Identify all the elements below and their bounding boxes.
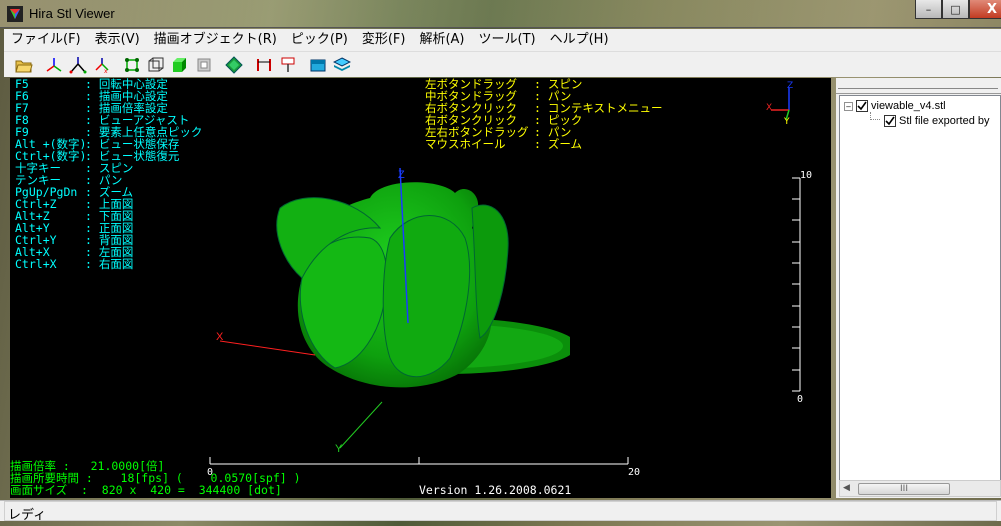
axis-red-icon[interactable]: x bbox=[90, 54, 113, 76]
ruler-h-right-label: 20 bbox=[628, 467, 640, 478]
tree-item-root[interactable]: – viewable_v4.stl bbox=[844, 100, 946, 112]
status-text: レディ bbox=[8, 508, 47, 523]
horizontal-scrollbar[interactable]: ◀ III bbox=[839, 480, 1001, 497]
menu-transform[interactable]: 変形(F) bbox=[355, 30, 413, 50]
axis-icon[interactable] bbox=[42, 54, 65, 76]
scene-axes: X Y Z 10 0 0 20 bbox=[207, 169, 812, 478]
title-bar[interactable]: Hira Stl Viewer – □ X bbox=[0, 0, 1001, 28]
menu-help[interactable]: ヘルプ(H) bbox=[543, 30, 616, 50]
toolbar: x bbox=[4, 51, 1001, 77]
child-checkbox[interactable] bbox=[884, 115, 896, 127]
menu-draw-object[interactable]: 描画オブジェクト(R) bbox=[147, 30, 284, 50]
diamond-icon[interactable] bbox=[222, 54, 245, 76]
collapse-icon[interactable]: – bbox=[844, 101, 853, 111]
3d-viewport[interactable]: F5 F6 F7 F8 F9 Alt +(数字) Ctrl+(数字) 十字キー … bbox=[10, 78, 831, 498]
root-checkbox[interactable] bbox=[856, 100, 868, 112]
vertical-ruler bbox=[792, 177, 801, 392]
tree-root-label: viewable_v4.stl bbox=[871, 100, 946, 112]
x-axis-label: X bbox=[216, 331, 224, 343]
vertex-select-icon[interactable] bbox=[120, 54, 143, 76]
ruler-v-top-label: 10 bbox=[800, 170, 812, 181]
wireframe-icon[interactable] bbox=[144, 54, 167, 76]
scroll-left-icon[interactable]: ◀ bbox=[843, 483, 850, 493]
menu-bar: ファイル(F) 表示(V) 描画オブジェクト(R) ピック(P) 変形(F) 解… bbox=[4, 29, 1001, 51]
y-axis-label: Y bbox=[335, 443, 343, 455]
menu-pick[interactable]: ピック(P) bbox=[284, 30, 355, 50]
checkmark-icon bbox=[885, 116, 895, 126]
axis-xyz-icon[interactable] bbox=[66, 54, 89, 76]
render-stats: 描画倍率 : 21.0000[倍] 描画所要時間 : 18[fps] ( 0.0… bbox=[10, 459, 301, 497]
minimize-button[interactable]: – bbox=[915, 0, 942, 19]
z-axis-label: Z bbox=[398, 169, 405, 181]
solid-green-icon[interactable] bbox=[168, 54, 191, 76]
version-label: Version 1.26.2008.0621 bbox=[419, 483, 572, 497]
app-window: Hira Stl Viewer – □ X ファイル(F) 表示(V) 描画オブ… bbox=[0, 0, 1001, 526]
tree-child-label: Stl file exported by bbox=[899, 115, 990, 127]
layers-icon[interactable] bbox=[330, 54, 353, 76]
cyan-view-icon[interactable] bbox=[306, 54, 329, 76]
menu-view[interactable]: 表示(V) bbox=[88, 30, 147, 50]
pane-header bbox=[836, 78, 1001, 94]
object-tree[interactable]: – viewable_v4.stl Stl file exported by bbox=[839, 95, 1001, 481]
svg-text:x: x bbox=[104, 68, 108, 74]
menu-file[interactable]: ファイル(F) bbox=[4, 30, 88, 50]
window-title: Hira Stl Viewer bbox=[29, 6, 115, 21]
window-controls: – □ X bbox=[915, 0, 1001, 20]
checkmark-icon bbox=[857, 101, 867, 111]
object-tree-pane: – viewable_v4.stl Stl file exported by ◀… bbox=[836, 78, 1001, 498]
menu-tools[interactable]: ツール(T) bbox=[472, 30, 543, 50]
app-icon bbox=[7, 6, 23, 22]
pin-icon[interactable] bbox=[276, 54, 299, 76]
menu-analysis[interactable]: 解析(A) bbox=[412, 30, 471, 50]
open-folder-icon[interactable] bbox=[12, 54, 35, 76]
close-button[interactable]: X bbox=[969, 0, 1001, 19]
measure-icon[interactable] bbox=[252, 54, 275, 76]
tree-item-child[interactable]: Stl file exported by bbox=[884, 115, 990, 127]
maximize-button[interactable]: □ bbox=[942, 0, 969, 19]
tree-connector bbox=[870, 112, 880, 120]
ruler-v-bottom-label: 0 bbox=[797, 394, 803, 405]
box-icon[interactable] bbox=[192, 54, 215, 76]
status-bar: レディ bbox=[0, 500, 1001, 523]
scroll-thumb[interactable]: III bbox=[858, 483, 950, 495]
